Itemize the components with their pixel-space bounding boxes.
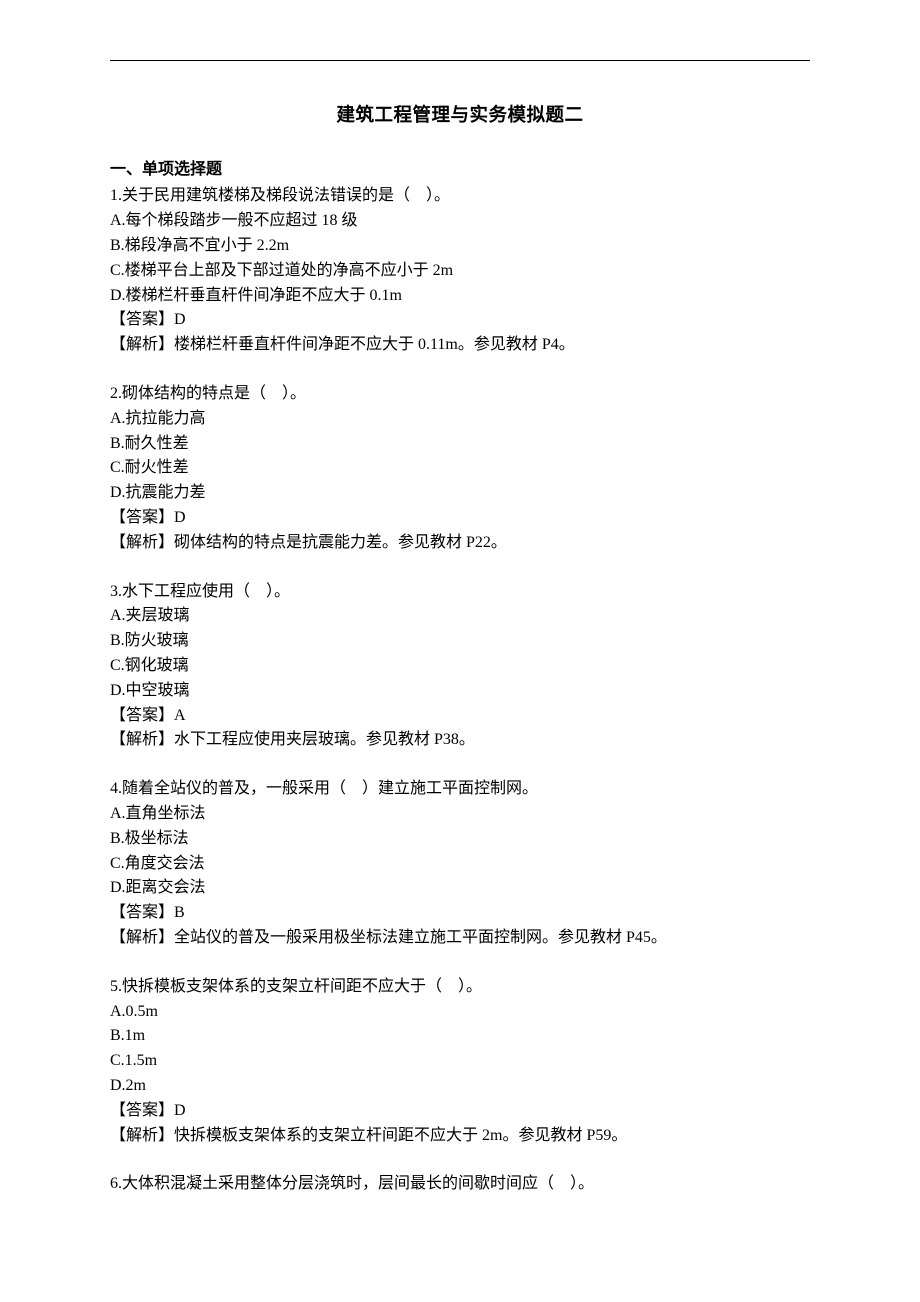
question-stem: 1.关于民用建筑楼梯及梯段说法错误的是（ ）。	[110, 184, 810, 209]
question-explain: 【解析】快拆模板支架体系的支架立杆间距不应大于 2m。参见教材 P59。	[110, 1124, 810, 1149]
question-option: A.0.5m	[110, 1000, 810, 1025]
question-answer: 【答案】A	[110, 704, 810, 729]
question-explain: 【解析】砌体结构的特点是抗震能力差。参见教材 P22。	[110, 531, 810, 556]
question-option: B.1m	[110, 1024, 810, 1049]
question-option: B.梯段净高不宜小于 2.2m	[110, 234, 810, 259]
question-stem: 4.随着全站仪的普及，一般采用（ ）建立施工平面控制网。	[110, 777, 810, 802]
question-block: 4.随着全站仪的普及，一般采用（ ）建立施工平面控制网。 A.直角坐标法 B.极…	[110, 777, 810, 951]
question-option: C.楼梯平台上部及下部过道处的净高不应小于 2m	[110, 259, 810, 284]
question-option: A.夹层玻璃	[110, 604, 810, 629]
question-option: C.耐火性差	[110, 456, 810, 481]
question-block: 5.快拆模板支架体系的支架立杆间距不应大于（ ）。 A.0.5m B.1m C.…	[110, 975, 810, 1149]
page-title: 建筑工程管理与实务模拟题二	[110, 101, 810, 130]
question-option: D.中空玻璃	[110, 679, 810, 704]
question-block: 6.大体积混凝土采用整体分层浇筑时，层间最长的间歇时间应（ ）。	[110, 1172, 810, 1197]
top-rule	[110, 60, 810, 61]
question-option: A.直角坐标法	[110, 802, 810, 827]
question-block: 1.关于民用建筑楼梯及梯段说法错误的是（ ）。 A.每个梯段踏步一般不应超过 1…	[110, 184, 810, 358]
question-answer: 【答案】B	[110, 901, 810, 926]
document-page: 建筑工程管理与实务模拟题二 一、单项选择题 1.关于民用建筑楼梯及梯段说法错误的…	[0, 0, 920, 1302]
question-explain: 【解析】水下工程应使用夹层玻璃。参见教材 P38。	[110, 728, 810, 753]
question-option: A.抗拉能力高	[110, 407, 810, 432]
question-explain: 【解析】楼梯栏杆垂直杆件间净距不应大于 0.11m。参见教材 P4。	[110, 333, 810, 358]
question-stem: 2.砌体结构的特点是（ ）。	[110, 382, 810, 407]
question-option: A.每个梯段踏步一般不应超过 18 级	[110, 209, 810, 234]
question-stem: 5.快拆模板支架体系的支架立杆间距不应大于（ ）。	[110, 975, 810, 1000]
question-block: 3.水下工程应使用（ ）。 A.夹层玻璃 B.防火玻璃 C.钢化玻璃 D.中空玻…	[110, 580, 810, 754]
question-answer: 【答案】D	[110, 308, 810, 333]
question-option: B.防火玻璃	[110, 629, 810, 654]
question-option: C.1.5m	[110, 1049, 810, 1074]
question-option: D.2m	[110, 1074, 810, 1099]
section-heading: 一、单项选择题	[110, 158, 810, 183]
question-explain: 【解析】全站仪的普及一般采用极坐标法建立施工平面控制网。参见教材 P45。	[110, 926, 810, 951]
question-option: B.耐久性差	[110, 432, 810, 457]
question-option: D.抗震能力差	[110, 481, 810, 506]
question-option: C.角度交会法	[110, 852, 810, 877]
question-block: 2.砌体结构的特点是（ ）。 A.抗拉能力高 B.耐久性差 C.耐火性差 D.抗…	[110, 382, 810, 556]
question-answer: 【答案】D	[110, 1099, 810, 1124]
question-option: D.距离交会法	[110, 876, 810, 901]
question-stem: 3.水下工程应使用（ ）。	[110, 580, 810, 605]
question-option: B.极坐标法	[110, 827, 810, 852]
question-option: D.楼梯栏杆垂直杆件间净距不应大于 0.1m	[110, 284, 810, 309]
question-answer: 【答案】D	[110, 506, 810, 531]
question-stem: 6.大体积混凝土采用整体分层浇筑时，层间最长的间歇时间应（ ）。	[110, 1172, 810, 1197]
question-option: C.钢化玻璃	[110, 654, 810, 679]
